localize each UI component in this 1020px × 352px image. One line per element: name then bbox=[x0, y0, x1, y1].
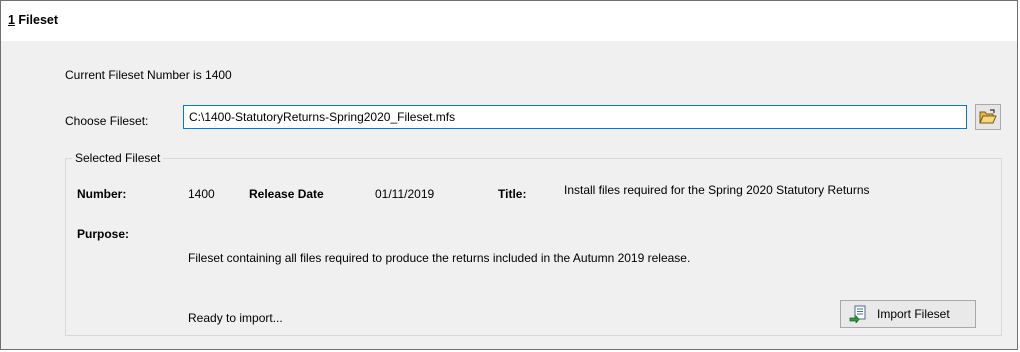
fileset-panel: 1 Fileset Current Fileset Number is 1400… bbox=[0, 0, 1018, 350]
section-number: 1 bbox=[8, 13, 15, 27]
current-fileset-text: Current Fileset Number is 1400 bbox=[65, 68, 232, 82]
fileset-path-input[interactable] bbox=[183, 105, 967, 129]
release-date-label: Release Date bbox=[249, 187, 324, 201]
section-title: 1 Fileset bbox=[8, 13, 58, 27]
import-fileset-label: Import Fileset bbox=[877, 307, 950, 321]
number-label: Number: bbox=[77, 187, 127, 201]
number-value: 1400 bbox=[188, 187, 215, 201]
browse-button[interactable] bbox=[975, 104, 1001, 130]
choose-fileset-label: Choose Fileset: bbox=[65, 114, 149, 128]
selected-fileset-group: Selected Fileset Number: 1400 Release Da… bbox=[65, 151, 1002, 336]
section-body: Current Fileset Number is 1400 Choose Fi… bbox=[1, 41, 1017, 349]
purpose-label: Purpose: bbox=[77, 227, 130, 241]
section-header: 1 Fileset bbox=[1, 1, 1017, 41]
open-folder-icon bbox=[979, 109, 997, 124]
title-value: Install files required for the Spring 20… bbox=[564, 183, 870, 197]
import-icon bbox=[849, 305, 866, 323]
section-title-text: Fileset bbox=[14, 13, 59, 27]
title-label: Title: bbox=[498, 187, 527, 201]
release-date-value: 01/11/2019 bbox=[375, 187, 435, 201]
purpose-value: Fileset containing all files required to… bbox=[188, 251, 691, 265]
import-fileset-button[interactable]: Import Fileset bbox=[840, 300, 976, 328]
selected-fileset-legend: Selected Fileset bbox=[72, 151, 164, 165]
status-text: Ready to import... bbox=[188, 311, 283, 325]
